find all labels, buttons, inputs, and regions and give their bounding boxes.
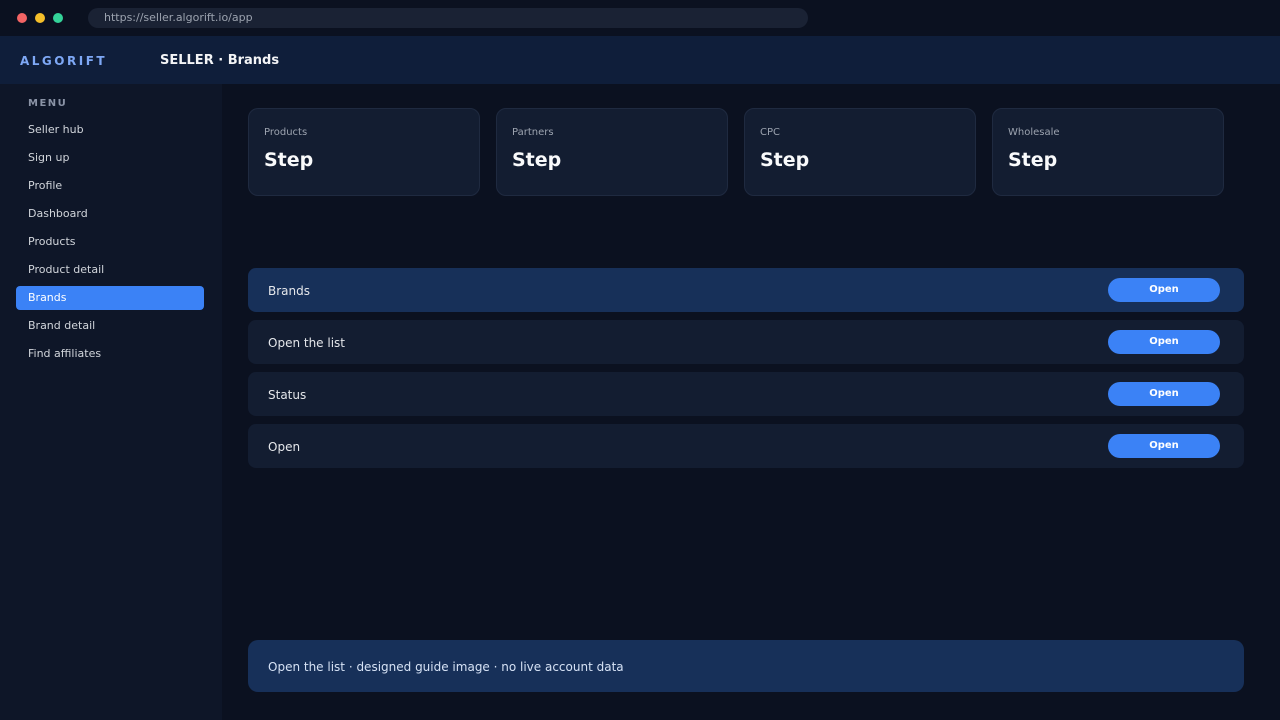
stat-card-products: Products Step xyxy=(248,108,480,196)
sidebar-item-profile[interactable]: Profile xyxy=(16,174,204,198)
sidebar-item-find-affiliates[interactable]: Find affiliates xyxy=(16,342,204,366)
stat-card-wholesale: Wholesale Step xyxy=(992,108,1224,196)
open-button[interactable]: Open xyxy=(1108,434,1220,458)
list-row-open[interactable]: Open Open xyxy=(248,424,1244,468)
stat-card-partners: Partners Step xyxy=(496,108,728,196)
page-title: SELLER · Brands xyxy=(160,53,280,68)
brand-logo[interactable]: ALGORIFT xyxy=(20,36,107,84)
stat-card-label: CPC xyxy=(760,127,780,138)
list-row-open-the-list[interactable]: Open the list Open xyxy=(248,320,1244,364)
sidebar-item-product-detail[interactable]: Product detail xyxy=(16,258,204,282)
sidebar-item-products[interactable]: Products xyxy=(16,230,204,254)
open-button[interactable]: Open xyxy=(1108,278,1220,302)
app-header: ALGORIFT SELLER · Brands xyxy=(0,36,1280,84)
open-button[interactable]: Open xyxy=(1108,330,1220,354)
sidebar-item-sign-up[interactable]: Sign up xyxy=(16,146,204,170)
sidebar-item-dashboard[interactable]: Dashboard xyxy=(16,202,204,226)
sidebar: MENU Seller hub Sign up Profile Dashboar… xyxy=(0,84,222,720)
list-row-status[interactable]: Status Open xyxy=(248,372,1244,416)
stat-card-label: Products xyxy=(264,127,308,138)
stat-card-label: Wholesale xyxy=(1008,127,1060,138)
stat-card-value: Step xyxy=(512,149,562,171)
sidebar-item-seller-hub[interactable]: Seller hub xyxy=(16,118,204,142)
sidebar-item-brands[interactable]: Brands xyxy=(16,286,204,310)
open-button[interactable]: Open xyxy=(1108,382,1220,406)
list-row-label: Open xyxy=(268,440,301,454)
maximize-window-dot[interactable] xyxy=(53,13,63,23)
list-row-label: Open the list xyxy=(268,336,345,350)
stat-card-cpc: CPC Step xyxy=(744,108,976,196)
stat-card-label: Partners xyxy=(512,127,554,138)
sidebar-heading: MENU xyxy=(28,98,68,109)
list-row-brands[interactable]: Brands Open xyxy=(248,268,1244,312)
list-row-label: Status xyxy=(268,388,307,402)
address-bar[interactable]: https://seller.algorift.io/app xyxy=(88,8,808,28)
close-window-dot[interactable] xyxy=(17,13,27,23)
stat-card-value: Step xyxy=(1008,149,1058,171)
browser-chrome: https://seller.algorift.io/app xyxy=(0,0,1280,36)
stat-card-value: Step xyxy=(760,149,810,171)
sidebar-item-brand-detail[interactable]: Brand detail xyxy=(16,314,204,338)
guide-note-banner: Open the list · designed guide image · n… xyxy=(248,640,1244,692)
list-row-label: Brands xyxy=(268,284,310,298)
minimize-window-dot[interactable] xyxy=(35,13,45,23)
stat-card-value: Step xyxy=(264,149,314,171)
